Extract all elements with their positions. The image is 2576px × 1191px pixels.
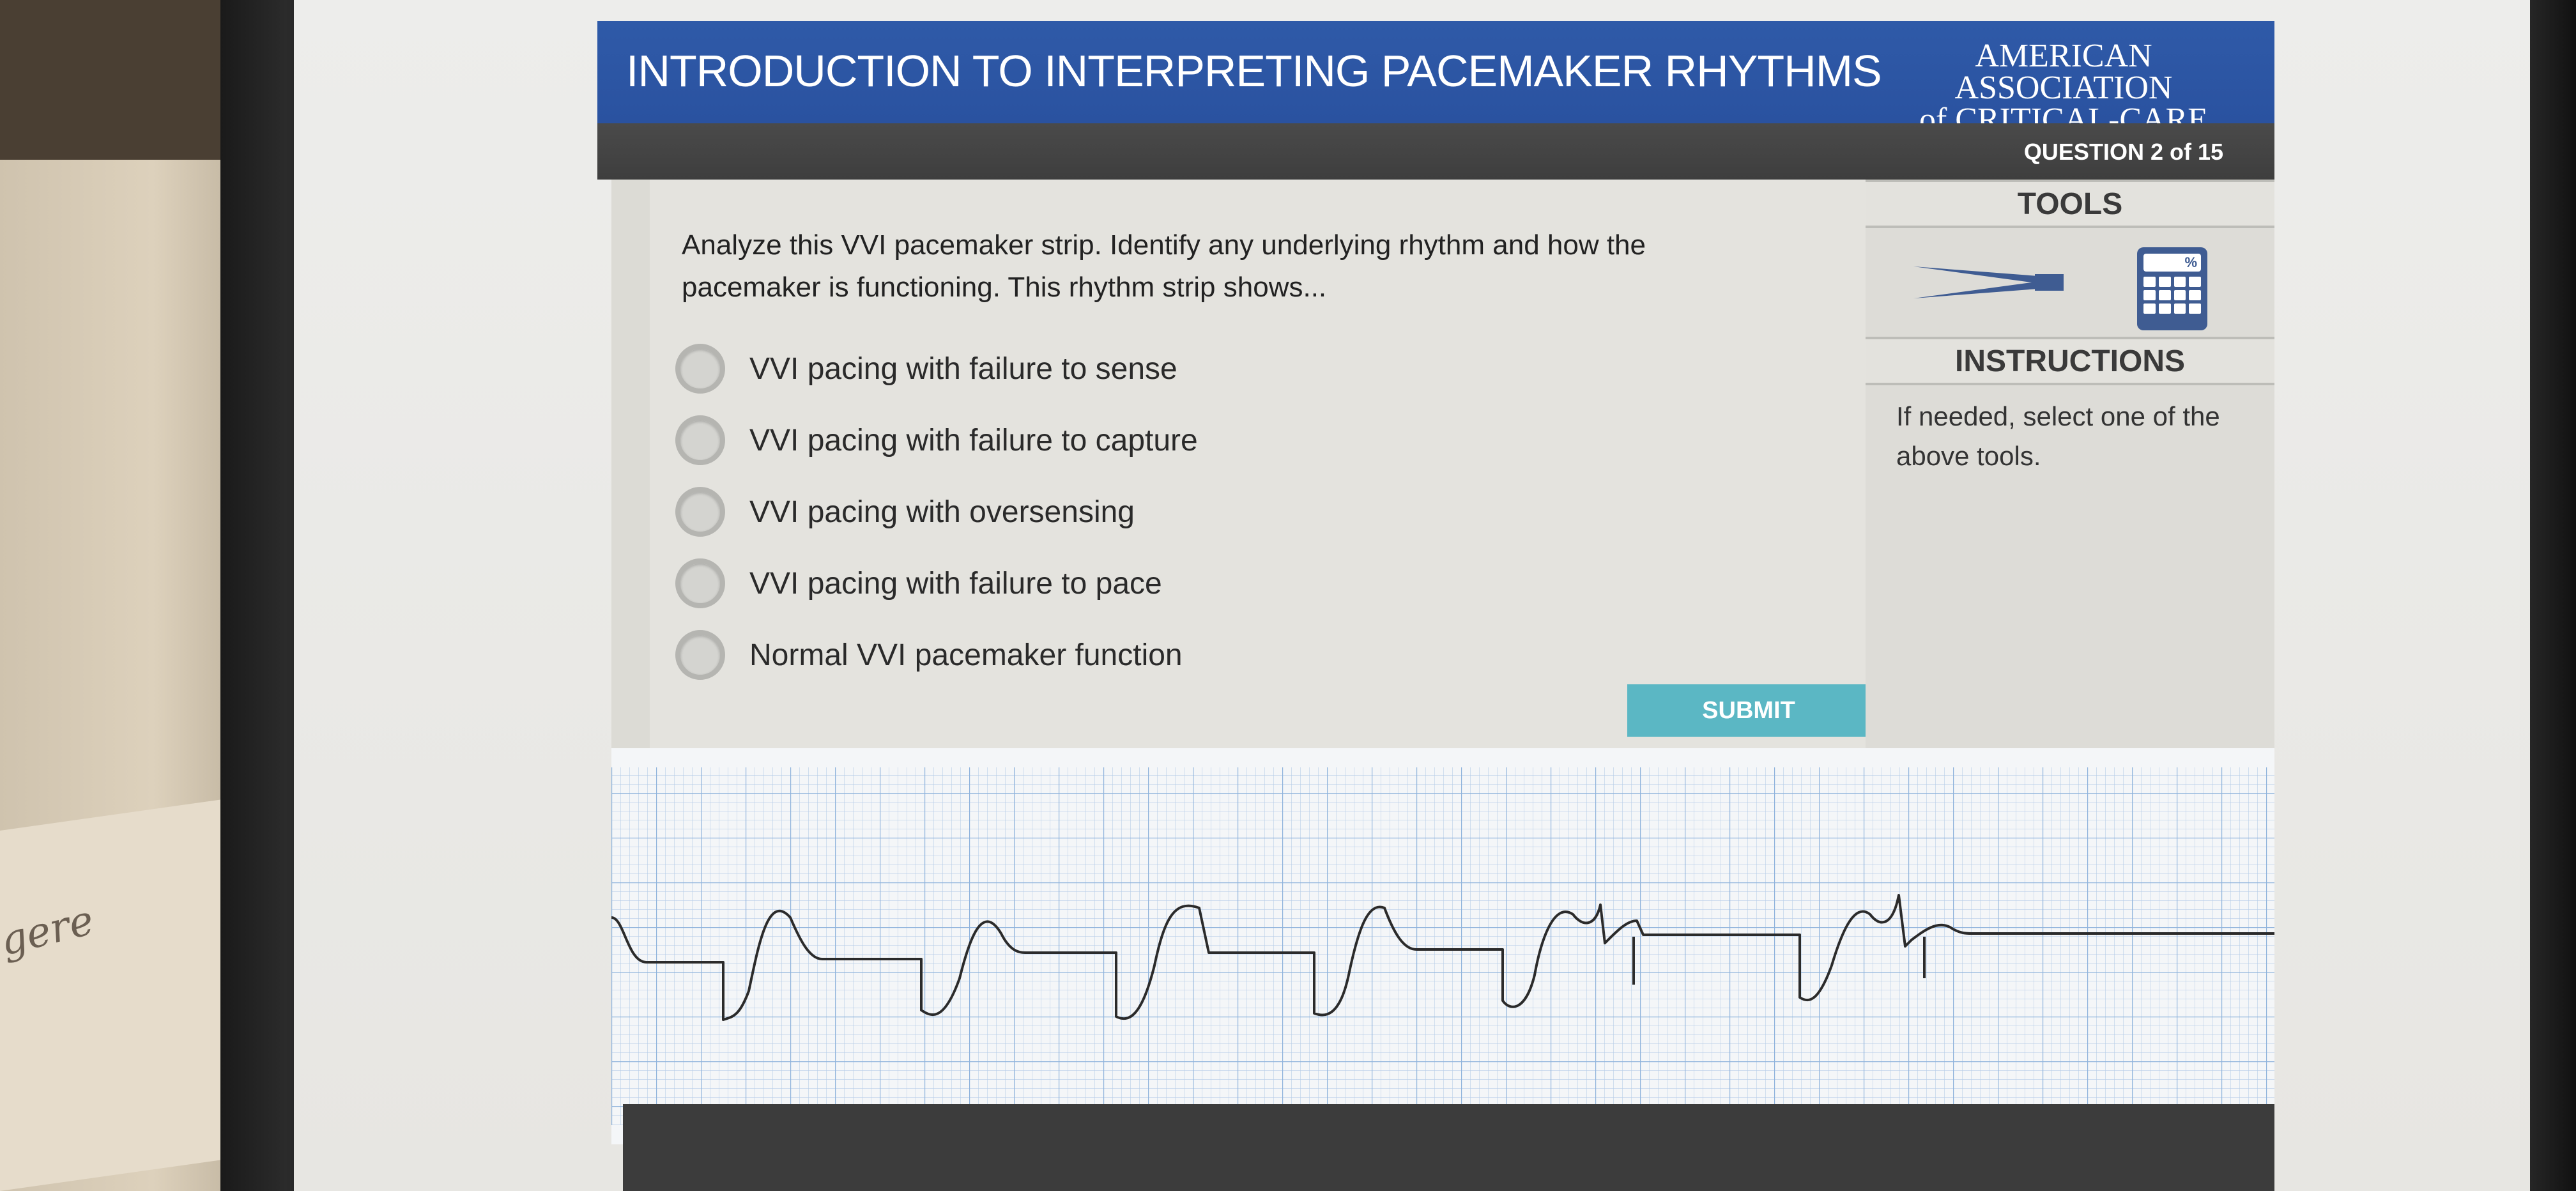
strip-footer-bar: [623, 1104, 2274, 1191]
question-bar: QUESTION 2 of 15: [597, 123, 2274, 180]
ecg-grid: [611, 767, 2274, 1125]
radio-button[interactable]: [675, 487, 725, 537]
question-panel: Analyze this VVI pacemaker strip. Identi…: [611, 180, 1870, 767]
answer-option-2[interactable]: VVI pacing with failure to capture: [675, 404, 1198, 476]
answer-option-1[interactable]: VVI pacing with failure to sense: [675, 333, 1198, 404]
calculator-keys: [2143, 277, 2201, 314]
desk-shadow: [0, 0, 256, 160]
answer-label: VVI pacing with oversensing: [749, 495, 1135, 529]
answer-label: VVI pacing with failure to capture: [749, 423, 1198, 457]
question-counter: QUESTION 2 of 15: [2023, 139, 2223, 165]
instructions-heading: INSTRUCTIONS: [1866, 337, 2274, 385]
ecg-rhythm-strip: [611, 748, 2274, 1144]
desk-paper: [0, 796, 243, 1191]
brand-line-1: AMERICAN ASSOCIATION: [1954, 38, 2173, 106]
answer-label: VVI pacing with failure to sense: [749, 351, 1177, 386]
app-header: INTRODUCTION TO INTERPRETING PACEMAKER R…: [597, 21, 2274, 169]
page-title: INTRODUCTION TO INTERPRETING PACEMAKER R…: [626, 46, 1882, 96]
calculator-icon[interactable]: %: [2137, 247, 2207, 330]
tools-sidebar: TOOLS % INSTRUCTIONS If needed, select o…: [1866, 180, 2274, 748]
radio-button[interactable]: [675, 344, 725, 394]
caliper-icon[interactable]: [1910, 260, 2076, 305]
submit-button[interactable]: SUBMIT: [1627, 684, 1870, 737]
instructions-text: If needed, select one of the above tools…: [1896, 401, 2220, 471]
monitor-bezel-right: [2530, 0, 2576, 1191]
ecg-graph: [611, 767, 2274, 1125]
quiz-app: INTRODUCTION TO INTERPRETING PACEMAKER R…: [597, 21, 2274, 1191]
radio-button[interactable]: [675, 558, 725, 608]
answer-label: Normal VVI pacemaker function: [749, 638, 1183, 672]
tools-heading: TOOLS: [1866, 180, 2274, 228]
answer-option-5[interactable]: Normal VVI pacemaker function: [675, 619, 1198, 691]
radio-button[interactable]: [675, 415, 725, 465]
answer-option-4[interactable]: VVI pacing with failure to pace: [675, 548, 1198, 619]
calculator-display: %: [2143, 254, 2201, 272]
radio-button[interactable]: [675, 630, 725, 680]
answer-label: VVI pacing with failure to pace: [749, 566, 1162, 601]
question-prompt: Analyze this VVI pacemaker strip. Identi…: [682, 229, 1646, 303]
answer-options: VVI pacing with failure to sense VVI pac…: [675, 333, 1198, 691]
tools-row: %: [1866, 228, 2274, 337]
answer-option-3[interactable]: VVI pacing with oversensing: [675, 476, 1198, 548]
